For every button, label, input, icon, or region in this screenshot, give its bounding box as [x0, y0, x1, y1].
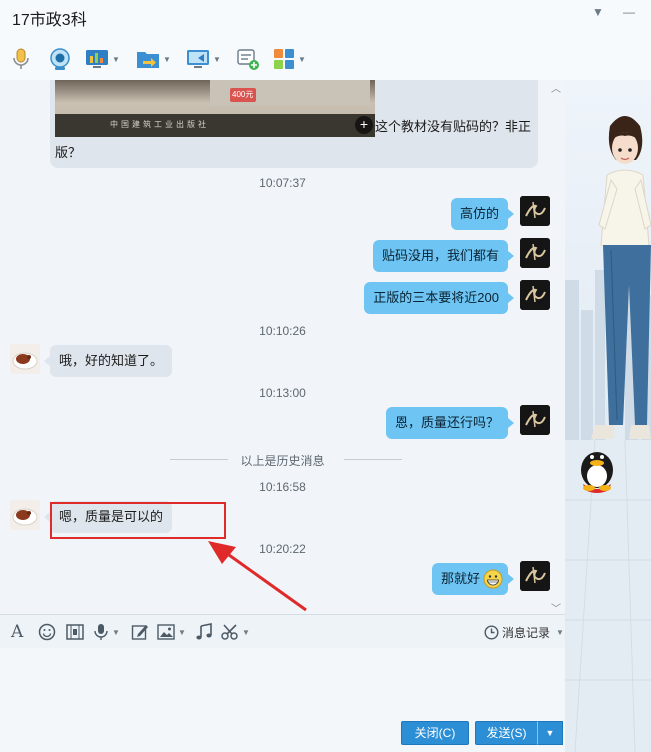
image-message-caption-line2: 版？: [55, 145, 82, 160]
music-icon: [196, 623, 212, 640]
qq-show-panel: [565, 80, 651, 752]
calligraphy-avatar-icon: [520, 280, 550, 310]
remote-desktop-icon: [187, 50, 209, 68]
message-bubble-mine[interactable]: 高仿的: [450, 198, 515, 230]
message-history[interactable]: 400元 中国建筑工业出版社 + 这个教材没有贴码的？非正 版？ ︿ 10:07…: [0, 80, 565, 614]
remote-desktop-button[interactable]: ▼: [186, 46, 221, 72]
contact-avatar[interactable]: [10, 500, 40, 530]
my-avatar[interactable]: [520, 196, 550, 226]
file-transfer-icon: [137, 52, 159, 68]
apps-button[interactable]: ▼: [273, 46, 306, 72]
gif-button[interactable]: [65, 622, 85, 642]
photo-dark-band: [55, 114, 375, 137]
contact-avatar[interactable]: [10, 344, 40, 374]
video-call-button[interactable]: [48, 46, 72, 72]
emoji-button[interactable]: [38, 622, 56, 642]
my-avatar[interactable]: [520, 238, 550, 268]
screenshot-button[interactable]: ▼: [221, 622, 250, 642]
message-bubble-theirs[interactable]: 哦，好的知道了。: [43, 345, 173, 377]
chevron-down-icon[interactable]: ▼: [112, 628, 120, 637]
chevron-down-icon: ▼: [556, 627, 564, 637]
chevron-down-icon[interactable]: ▼: [298, 55, 306, 64]
image-message: 400元 中国建筑工业出版社 + 这个教材没有贴码的？非正 版？: [50, 80, 538, 168]
function-toolbar: ▼ ▼ ▼ ▼: [0, 38, 651, 80]
chevron-down-icon[interactable]: ▼: [112, 55, 120, 64]
book-photo-thumbnail[interactable]: 400元 中国建筑工业出版社 +: [55, 80, 375, 137]
chevron-down-icon[interactable]: ▼: [178, 628, 186, 637]
food-avatar-icon: [10, 500, 40, 530]
minimize-button[interactable]: —: [620, 4, 638, 20]
chevron-down-icon[interactable]: ▼: [213, 55, 221, 64]
scroll-down-icon[interactable]: ﹀: [551, 600, 561, 614]
food-avatar-icon: [10, 344, 40, 374]
message-text: 那就好: [440, 571, 480, 586]
message-bubble-mine[interactable]: 正版的三本要将近200: [364, 282, 514, 314]
doodle-icon: [131, 625, 148, 640]
voice-message-button[interactable]: ▼: [93, 622, 120, 642]
image-icon: [157, 624, 175, 640]
timestamp: 10:13:00: [259, 386, 306, 400]
apps-grid-icon: [274, 49, 294, 69]
annotation-highlight-box: [50, 502, 226, 539]
voice-call-button[interactable]: [10, 46, 32, 72]
send-options-button[interactable]: ▼: [537, 721, 563, 745]
screenshot-scissors-icon: [221, 624, 238, 640]
photo-caption: 中国建筑工业出版社: [110, 120, 209, 129]
file-transfer-button[interactable]: ▼: [136, 46, 171, 72]
emoji-icon: [38, 623, 56, 641]
timestamp: 10:10:26: [259, 324, 306, 338]
calligraphy-avatar-icon: [520, 196, 550, 226]
message-history-label: 消息记录: [502, 625, 551, 640]
message-bubble-mine[interactable]: 贴码没用，我们都有: [372, 240, 515, 272]
music-button[interactable]: [196, 622, 212, 642]
font-button[interactable]: A: [11, 622, 23, 642]
font-icon: A: [11, 622, 24, 642]
timestamp: 10:20:22: [259, 542, 306, 556]
my-avatar[interactable]: [520, 405, 550, 435]
calligraphy-avatar-icon: [520, 405, 550, 435]
screen-share-button[interactable]: ▼: [85, 46, 120, 72]
send-button[interactable]: 发送(S): [475, 721, 538, 745]
timestamp: 10:07:37: [259, 176, 306, 190]
message-bubble-mine[interactable]: 恩，质量还行吗？: [385, 407, 515, 439]
grin-emoji-icon: [483, 569, 503, 589]
doodle-button[interactable]: [131, 622, 149, 642]
history-divider-label: 以上是历史消息: [240, 454, 325, 468]
collapse-button[interactable]: ▼: [589, 4, 607, 20]
close-button[interactable]: 关闭(C): [401, 721, 469, 745]
photo-badge: 400元: [232, 90, 254, 99]
message-bubble-mine[interactable]: 那就好: [431, 563, 515, 595]
message-history-button[interactable]: 消息记录 ▼: [484, 622, 564, 642]
gif-icon: [66, 624, 84, 640]
window-title: 17市政3科: [12, 12, 87, 29]
create-group-button[interactable]: [236, 46, 260, 72]
video-camera-icon: [50, 48, 70, 70]
screen-share-icon: [86, 50, 108, 68]
chevron-down-icon[interactable]: ▼: [242, 628, 250, 637]
calligraphy-avatar-icon: [520, 238, 550, 268]
image-button[interactable]: ▼: [157, 622, 186, 642]
my-avatar[interactable]: [520, 280, 550, 310]
my-avatar[interactable]: [520, 561, 550, 591]
chevron-down-icon[interactable]: ▼: [163, 55, 171, 64]
create-group-icon: [237, 49, 259, 70]
calligraphy-avatar-icon: [520, 561, 550, 591]
voice-message-icon: [94, 624, 108, 640]
image-message-caption-line1: 这个教材没有贴码的？非正: [375, 119, 532, 134]
clock-icon: [484, 624, 499, 640]
timestamp: 10:16:58: [259, 480, 306, 494]
qq-show-illustration: [565, 116, 651, 752]
scroll-up-icon[interactable]: ︿: [551, 80, 561, 95]
plus-icon[interactable]: +: [355, 116, 373, 134]
microphone-icon: [13, 48, 29, 69]
input-toolbar: A ▼ ▼ ▼ 消息记录 ▼: [0, 614, 565, 648]
title-bar: 17市政3科 ▼ —: [0, 0, 651, 38]
